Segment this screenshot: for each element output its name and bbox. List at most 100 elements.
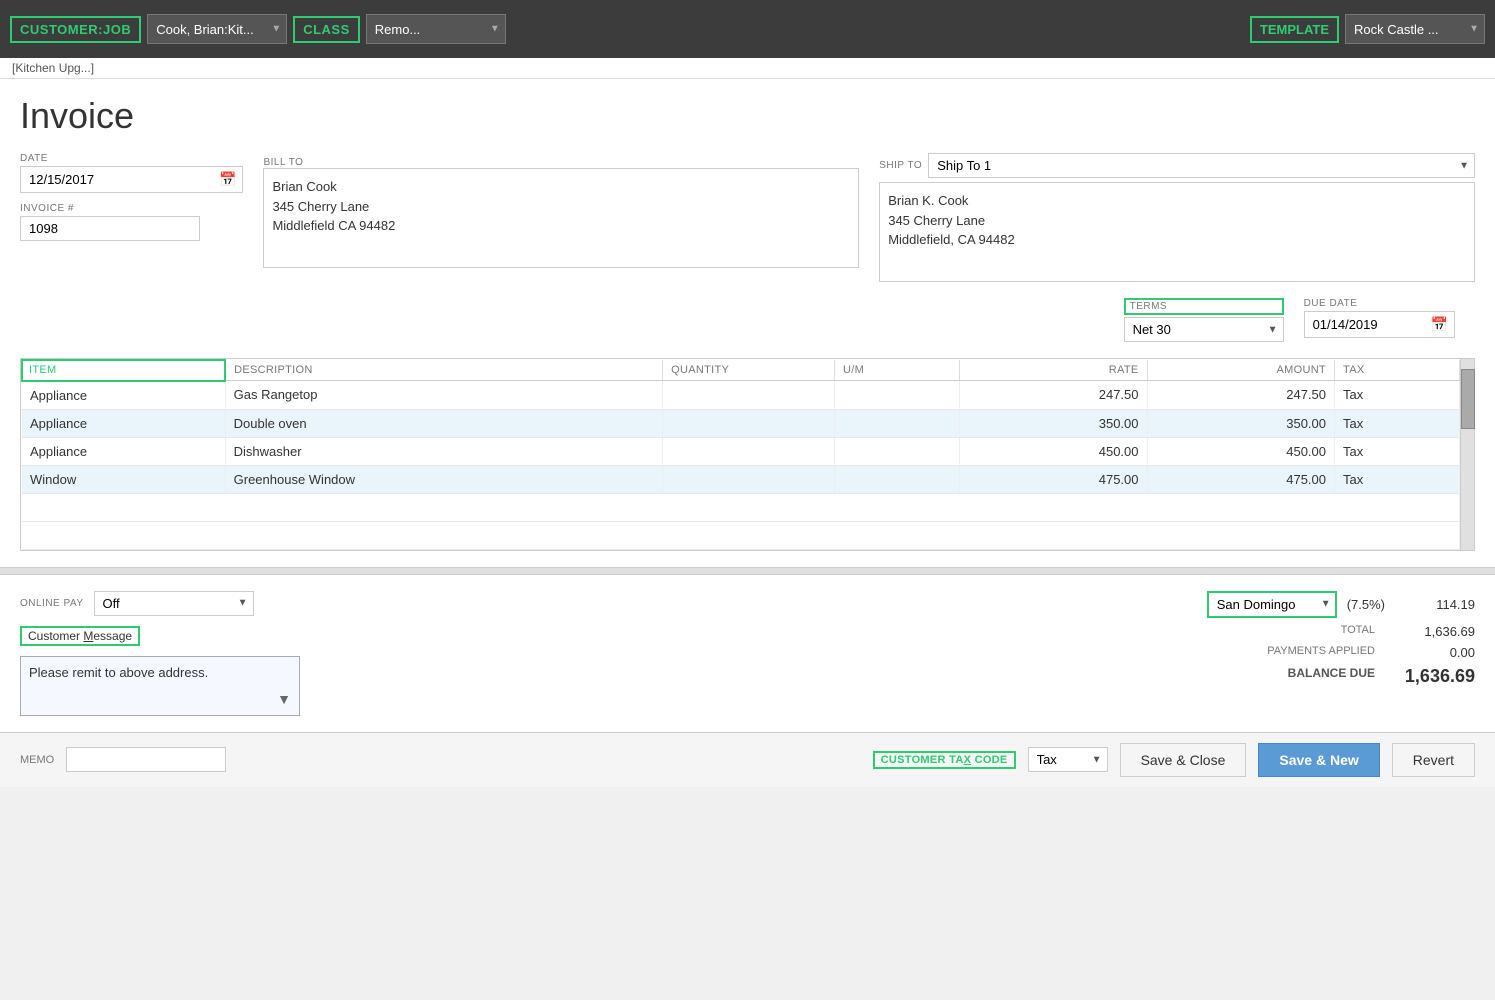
balance-row: BALANCE DUE 1,636.69 (758, 666, 1476, 687)
terms-field: TERMS Net 30 (1124, 298, 1284, 342)
tax-amount: 114.19 (1395, 597, 1475, 612)
cell-item[interactable]: Appliance (22, 409, 225, 437)
cell-tax[interactable]: Tax (1335, 381, 1460, 410)
template-dropdown-wrap[interactable]: Rock Castle ... (1345, 14, 1485, 44)
customer-tax-code-label: CUSTOMER TAX CODE (873, 751, 1016, 769)
invoice-num-input[interactable] (20, 216, 200, 241)
cell-description[interactable]: Dishwasher (225, 437, 663, 465)
cell-tax[interactable]: Tax (1335, 465, 1460, 493)
customer-message-dropdown-icon[interactable]: ▼ (277, 691, 291, 707)
table-row: Appliance Dishwasher 450.00 450.00 Tax (22, 437, 1460, 465)
online-pay-label: ONLINE PAY (20, 598, 84, 609)
col-um-header: U/M (835, 360, 960, 381)
bottom-left: ONLINE PAY Off Customer Message Please r… (20, 591, 738, 716)
bill-to-line3: Middlefield CA 94482 (272, 216, 850, 236)
tax-row: San Domingo (7.5%) 114.19 (758, 591, 1476, 618)
cell-um[interactable] (835, 381, 960, 410)
customer-message-text: Please remit to above address. (29, 665, 208, 680)
ship-to-line1: Brian K. Cook (888, 191, 1466, 211)
total-row: Total 1,636.69 (758, 624, 1476, 639)
bottom-right: San Domingo (7.5%) 114.19 Total 1,636.69… (758, 591, 1476, 716)
terms-dropdown-wrap[interactable]: Net 30 (1124, 317, 1284, 342)
table-scrollbar[interactable] (1460, 359, 1474, 550)
table-row: Window Greenhouse Window 475.00 475.00 T… (22, 465, 1460, 493)
class-select[interactable]: Remo... (366, 14, 506, 44)
header-info: DATE 📅 INVOICE # BILL TO Brian Cook 345 … (20, 153, 1475, 282)
online-pay-dropdown-wrap[interactable]: Off (94, 591, 254, 616)
template-select[interactable]: Rock Castle ... (1345, 14, 1485, 44)
memo-input[interactable] (66, 747, 226, 772)
ship-to-select[interactable]: Ship To 1 (928, 153, 1475, 178)
col-description-header: DESCRIPTION (225, 360, 663, 381)
date-input-wrapper[interactable]: 📅 (20, 166, 243, 193)
cell-item[interactable]: Window (22, 465, 225, 493)
cell-um[interactable] (835, 409, 960, 437)
class-dropdown-wrap[interactable]: Remo... (366, 14, 506, 44)
due-date-calendar-icon[interactable]: 📅 (1425, 312, 1454, 337)
bill-to-section: BILL TO Brian Cook 345 Cherry Lane Middl… (263, 153, 859, 282)
cell-description[interactable]: Gas Rangetop (225, 381, 663, 410)
cell-amount[interactable]: 350.00 (1147, 409, 1335, 437)
ship-to-box[interactable]: Brian K. Cook 345 Cherry Lane Middlefiel… (879, 182, 1475, 282)
terms-row: TERMS Net 30 DUE DATE 📅 (20, 298, 1475, 342)
cell-item[interactable]: Appliance (22, 437, 225, 465)
cell-tax[interactable]: Tax (1335, 409, 1460, 437)
scrollbar-thumb[interactable] (1461, 369, 1475, 429)
ship-to-section: SHIP TO Ship To 1 Brian K. Cook 345 Cher… (879, 153, 1475, 282)
cell-quantity[interactable] (663, 437, 835, 465)
invoice-title: Invoice (20, 95, 1475, 137)
cell-rate[interactable]: 450.00 (960, 437, 1148, 465)
cell-quantity[interactable] (663, 465, 835, 493)
cell-description[interactable]: Greenhouse Window (225, 465, 663, 493)
terms-select[interactable]: Net 30 (1124, 317, 1284, 342)
cell-rate[interactable]: 475.00 (960, 465, 1148, 493)
cell-amount[interactable]: 247.50 (1147, 381, 1335, 410)
due-date-input-wrapper[interactable]: 📅 (1304, 311, 1455, 338)
bill-to-box[interactable]: Brian Cook 345 Cherry Lane Middlefield C… (263, 168, 859, 268)
table-row-empty (22, 521, 1460, 549)
col-item-header: ITEM (22, 360, 225, 381)
cell-rate[interactable]: 247.50 (960, 381, 1148, 410)
toolbar: CUSTOMER:JOB Cook, Brian:Kit... CLASS Re… (0, 0, 1495, 58)
due-date-input[interactable] (1305, 313, 1425, 336)
tax-select[interactable]: San Domingo (1207, 591, 1337, 618)
ship-to-label: SHIP TO (879, 160, 922, 171)
customer-job-label: CUSTOMER:JOB (10, 16, 141, 43)
cell-um[interactable] (835, 465, 960, 493)
invoice-num-label: INVOICE # (20, 203, 243, 214)
tax-code-dropdown-wrap[interactable]: Tax (1028, 747, 1108, 772)
class-label: CLASS (293, 16, 360, 43)
save-close-button[interactable]: Save & Close (1120, 743, 1247, 777)
cell-item[interactable]: Appliance (22, 381, 225, 410)
cell-amount[interactable]: 450.00 (1147, 437, 1335, 465)
ship-to-dropdown-row: SHIP TO Ship To 1 (879, 153, 1475, 178)
cell-tax[interactable]: Tax (1335, 437, 1460, 465)
customer-job-select[interactable]: Cook, Brian:Kit... (147, 14, 287, 44)
customer-message-box[interactable]: Please remit to above address. ▼ (20, 656, 300, 716)
col-amount-header: AMOUNT (1147, 360, 1335, 381)
section-divider (0, 567, 1495, 575)
customer-job-dropdown-wrap[interactable]: Cook, Brian:Kit... (147, 14, 287, 44)
table-row-empty (22, 493, 1460, 521)
cell-quantity[interactable] (663, 381, 835, 410)
cell-quantity[interactable] (663, 409, 835, 437)
cell-rate[interactable]: 350.00 (960, 409, 1148, 437)
date-input[interactable] (21, 168, 213, 191)
online-pay-select[interactable]: Off (94, 591, 254, 616)
ship-to-dropdown-wrap[interactable]: Ship To 1 (928, 153, 1475, 178)
bottom-section: ONLINE PAY Off Customer Message Please r… (0, 575, 1495, 732)
calendar-icon[interactable]: 📅 (213, 167, 242, 192)
line-items-table: ITEM DESCRIPTION QUANTITY U/M RATE (21, 359, 1460, 550)
tax-dropdown-wrap[interactable]: San Domingo (1207, 591, 1337, 618)
revert-button[interactable]: Revert (1392, 743, 1475, 777)
save-new-button[interactable]: Save & New (1258, 743, 1379, 777)
invoice-num-field-group: INVOICE # (20, 203, 243, 241)
cell-amount[interactable]: 475.00 (1147, 465, 1335, 493)
cell-description[interactable]: Double oven (225, 409, 663, 437)
total-value: 1,636.69 (1395, 624, 1475, 639)
cell-um[interactable] (835, 437, 960, 465)
payments-label: PAYMENTS APPLIED (1195, 645, 1375, 660)
date-invoice-section: DATE 📅 INVOICE # (20, 153, 243, 282)
terms-label: TERMS (1124, 298, 1284, 315)
tax-code-select[interactable]: Tax (1028, 747, 1108, 772)
